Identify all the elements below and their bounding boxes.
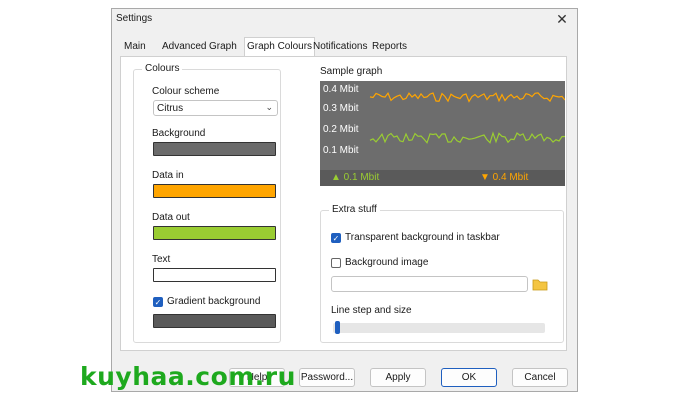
watermark-text: kuyhaa.com.ru (80, 362, 296, 391)
tab-main[interactable]: Main (124, 41, 146, 52)
settings-window: Settings ✕ Main Advanced Graph Graph Col… (111, 8, 578, 392)
data-out-color-swatch[interactable] (153, 226, 276, 240)
sample-graph-title: Sample graph (320, 66, 383, 77)
tab-advanced[interactable]: Advanced (162, 41, 206, 52)
graph-lines (369, 92, 565, 144)
data-out-line (369, 92, 565, 103)
background-label: Background (152, 128, 206, 139)
extra-stuff-group: Extra stuff ✓ Transparent background in … (320, 204, 564, 343)
gradient-label: Gradient background (167, 296, 261, 307)
checkmark-icon: ✓ (332, 234, 340, 243)
chevron-down-icon: ⌄ (265, 102, 273, 112)
data-in-label: Data in (152, 170, 184, 181)
extra-stuff-title: Extra stuff (329, 204, 380, 215)
background-image-path-input[interactable] (331, 276, 528, 292)
text-color-swatch[interactable] (153, 268, 276, 282)
line-step-slider-track[interactable] (333, 323, 545, 333)
title-bar: Settings ✕ (112, 9, 577, 29)
data-in-color-swatch[interactable] (153, 184, 276, 198)
colours-group: Colours Colour scheme Citrus ⌄ Backgroun… (133, 63, 281, 343)
line-step-slider-thumb[interactable] (335, 321, 340, 334)
apply-button[interactable]: Apply (370, 368, 426, 387)
checkmark-icon: ✓ (154, 298, 162, 307)
ok-button[interactable]: OK (441, 368, 497, 387)
background-color-swatch[interactable] (153, 142, 276, 156)
graph-colours-page: Colours Colour scheme Citrus ⌄ Backgroun… (120, 56, 567, 351)
cancel-button[interactable]: Cancel (512, 368, 568, 387)
transparent-checkbox[interactable]: ✓ (331, 233, 341, 243)
colour-scheme-label: Colour scheme (152, 86, 220, 97)
text-color-label: Text (152, 254, 171, 265)
data-out-readout: ▼ 0.4 Mbit (480, 172, 529, 183)
gradient-checkbox[interactable]: ✓ (153, 297, 163, 307)
graph-footer: ▲ 0.1 Mbit ▼ 0.4 Mbit (320, 170, 565, 186)
data-out-label: Data out (152, 212, 190, 223)
tab-notifications[interactable]: Notifications (313, 41, 367, 52)
background-image-checkbox[interactable] (331, 258, 341, 268)
gradient-color-swatch[interactable] (153, 314, 276, 328)
sample-graph: 0.4 Mbit 0.3 Mbit 0.2 Mbit 0.1 Mbit ▲ 0.… (320, 81, 565, 186)
tab-bar: Main Advanced Graph Graph Colours Notifi… (112, 37, 577, 56)
tab-graph[interactable]: Graph (209, 41, 237, 52)
data-in-readout: ▲ 0.1 Mbit (331, 172, 380, 183)
window-title: Settings (116, 13, 153, 24)
colours-group-title: Colours (142, 63, 183, 74)
data-in-line (369, 131, 565, 144)
colour-scheme-select[interactable]: Citrus ⌄ (153, 100, 278, 116)
transparent-label: Transparent background in taskbar (345, 232, 500, 243)
tab-graph-colours[interactable]: Graph Colours (244, 37, 316, 56)
background-image-label: Background image (345, 257, 429, 268)
folder-icon[interactable] (532, 276, 548, 292)
close-icon[interactable]: ✕ (553, 10, 571, 28)
tab-reports[interactable]: Reports (372, 41, 407, 52)
colour-scheme-value: Citrus (157, 103, 184, 114)
password-button[interactable]: Password... (299, 368, 355, 387)
line-step-label: Line step and size (331, 305, 412, 316)
